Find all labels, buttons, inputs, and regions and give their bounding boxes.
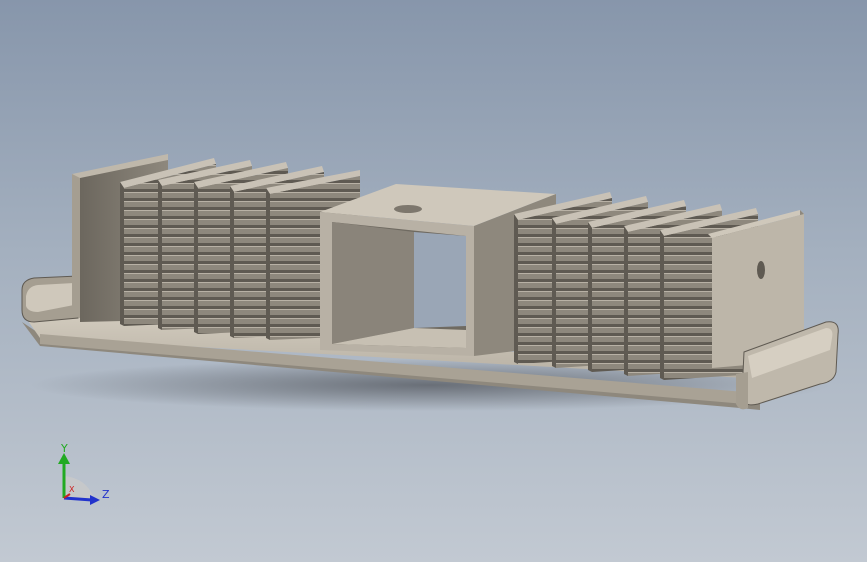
graphics-viewport[interactable]: Y Z X (0, 0, 867, 562)
right-rail-end (736, 372, 748, 410)
x-axis-label: X (69, 485, 75, 494)
mounting-hole (757, 261, 765, 279)
tube-top-hole (394, 205, 422, 213)
z-axis-arrow (90, 495, 100, 505)
heat-sink-model[interactable] (0, 0, 867, 562)
y-axis-label: Y (60, 442, 68, 455)
z-axis-label: Z (102, 488, 110, 501)
view-triad[interactable]: Y Z X (44, 440, 124, 520)
left-end-plate-face (72, 174, 80, 318)
z-axis-line (63, 496, 93, 502)
